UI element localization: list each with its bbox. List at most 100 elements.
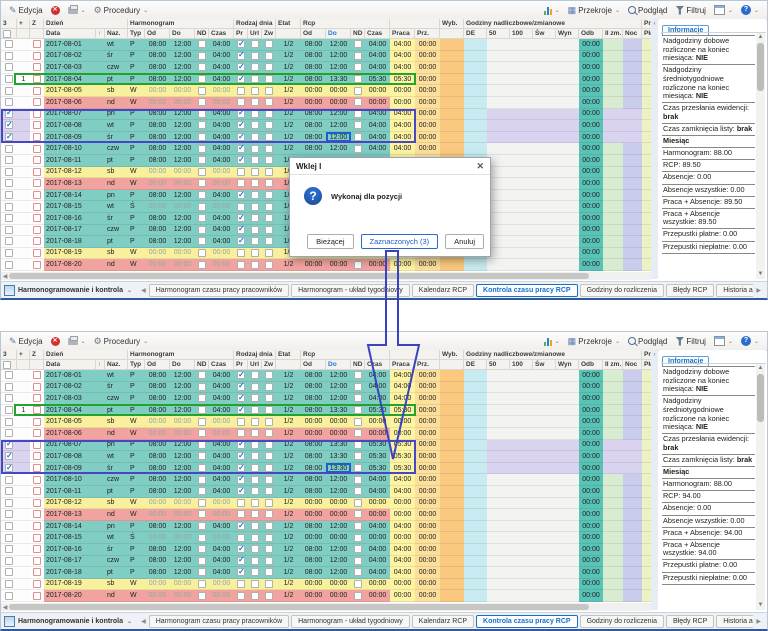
cell-data[interactable]: 2017-08-08 [44, 451, 96, 463]
checkbox[interactable] [33, 371, 41, 380]
cell-rdo[interactable]: 00:00 [326, 509, 351, 521]
cell-data[interactable]: 2017-08-20 [44, 259, 96, 271]
checkbox[interactable] [251, 371, 259, 380]
tab-kalendarz-rcp[interactable]: Kalendarz RCP [411, 615, 475, 628]
cell-plat[interactable] [642, 62, 651, 74]
cell-typ[interactable]: Ś [128, 201, 145, 213]
cell-rczas[interactable]: 00:00 [365, 416, 390, 428]
cell-wyb[interactable] [440, 451, 464, 463]
cell-rdo[interactable]: 12:00 [326, 555, 351, 568]
cell-data[interactable]: 2017-08-02 [44, 381, 96, 394]
cell-sort[interactable] [96, 590, 105, 602]
cell-ilzm[interactable] [603, 154, 623, 167]
cell-od[interactable]: 08:00 [145, 143, 170, 155]
checkbox[interactable] [354, 510, 362, 519]
checkbox[interactable] [33, 475, 41, 484]
checkbox[interactable] [33, 248, 41, 257]
cell-plat[interactable] [642, 462, 651, 475]
col-header[interactable]: Pr [234, 360, 248, 370]
cell-wyb[interactable] [440, 543, 464, 556]
cell-wyn[interactable] [556, 224, 579, 237]
cell-naz[interactable]: sb [105, 416, 128, 428]
tab-godziny-do-rozliczenia[interactable]: Godziny do rozliczenia [579, 284, 665, 297]
cell-do[interactable]: 12:00 [170, 404, 195, 417]
checkbox[interactable] [33, 51, 41, 60]
cell-od[interactable]: 08:00 [145, 520, 170, 533]
checkbox[interactable] [5, 248, 13, 257]
checkbox[interactable] [251, 464, 259, 473]
cell-data[interactable]: 2017-08-05 [44, 416, 96, 428]
cell-od[interactable]: 00:00 [145, 247, 170, 260]
checkbox[interactable] [265, 144, 273, 153]
checkbox[interactable] [198, 248, 206, 257]
cell-odb[interactable]: 00:00 [579, 393, 603, 405]
cell-praca[interactable]: 00:00 [390, 416, 415, 428]
filter-button[interactable]: Filtruj [671, 336, 710, 347]
cell-rczas[interactable]: 04:00 [365, 143, 390, 155]
checkbox[interactable] [265, 417, 273, 426]
cell-od[interactable]: 00:00 [145, 178, 170, 190]
cell-od[interactable]: 08:00 [145, 474, 170, 486]
cell-naz[interactable]: sb [105, 578, 128, 591]
cell-naz[interactable]: czw [105, 555, 128, 568]
col-header[interactable]: Płat [642, 29, 651, 39]
cell-noc[interactable] [623, 555, 642, 568]
checkbox[interactable] [237, 474, 245, 484]
cell-plus[interactable] [17, 50, 30, 63]
cell-praca[interactable]: 05:30 [390, 462, 415, 475]
cell-wyb[interactable] [440, 39, 464, 51]
cell-odb[interactable]: 00:00 [579, 166, 603, 179]
cell-de[interactable] [464, 590, 487, 602]
checkbox[interactable] [33, 133, 41, 142]
cell-ilzm[interactable] [603, 85, 623, 97]
cell-data[interactable]: 2017-08-06 [44, 96, 96, 109]
cell-plat[interactable] [642, 590, 651, 602]
cell-plus[interactable] [17, 224, 30, 237]
cell-typ[interactable]: P [128, 131, 145, 144]
cell-rczas[interactable]: 00:00 [365, 259, 390, 271]
cell-sw[interactable] [533, 393, 556, 405]
tab-kontrola-czasu-pracy-rcp[interactable]: Kontrola czasu pracy RCP [476, 615, 578, 628]
col-header[interactable]: Data [44, 360, 96, 370]
checkbox[interactable] [5, 86, 13, 95]
cell-de[interactable] [464, 404, 487, 417]
checkbox[interactable] [33, 225, 41, 234]
cell-praca[interactable]: 04:00 [390, 50, 415, 63]
cell-plus[interactable] [17, 555, 30, 568]
cell-naz[interactable]: sb [105, 166, 128, 179]
checkbox[interactable] [33, 63, 41, 72]
checkbox[interactable] [265, 156, 273, 165]
cell-wyn[interactable] [556, 154, 579, 167]
cell-rczas[interactable]: 00:00 [365, 85, 390, 97]
cell-naz[interactable]: śr [105, 212, 128, 225]
cell-naz[interactable]: czw [105, 393, 128, 405]
col-header[interactable]: ND [195, 360, 209, 370]
cell-noc[interactable] [623, 462, 642, 475]
cell-plat[interactable] [642, 532, 651, 544]
cell-od[interactable]: 08:00 [145, 189, 170, 202]
cell-plat[interactable] [642, 50, 651, 63]
cell-h50[interactable] [487, 555, 510, 568]
cell-ilzm[interactable] [603, 590, 623, 602]
cell-sort[interactable] [96, 416, 105, 428]
col-header[interactable]: Typ [128, 360, 145, 370]
cell-data[interactable]: 2017-08-11 [44, 154, 96, 167]
checkbox[interactable] [33, 260, 41, 269]
cell-czas[interactable]: 04:00 [209, 73, 234, 86]
checkbox[interactable] [198, 417, 206, 426]
cell-ilzm[interactable] [603, 474, 623, 486]
cell-rdo[interactable]: 00:00 [326, 497, 351, 510]
cell-czas[interactable]: 04:00 [209, 485, 234, 498]
cell-etat[interactable]: 1/2 [276, 96, 301, 109]
cell-sw[interactable] [533, 485, 556, 498]
cell-do[interactable]: 12:00 [170, 120, 195, 132]
checkbox[interactable] [33, 144, 41, 153]
cell-prz[interactable]: 00:00 [415, 509, 440, 521]
checkbox[interactable] [354, 533, 362, 542]
cell-plus[interactable] [17, 212, 30, 225]
cell-rczas[interactable]: 04:00 [365, 131, 390, 144]
cell-data[interactable]: 2017-08-15 [44, 532, 96, 544]
cell-czas[interactable]: 00:00 [209, 532, 234, 544]
cell-plus[interactable] [17, 108, 30, 121]
cell-praca[interactable]: 00:00 [390, 509, 415, 521]
